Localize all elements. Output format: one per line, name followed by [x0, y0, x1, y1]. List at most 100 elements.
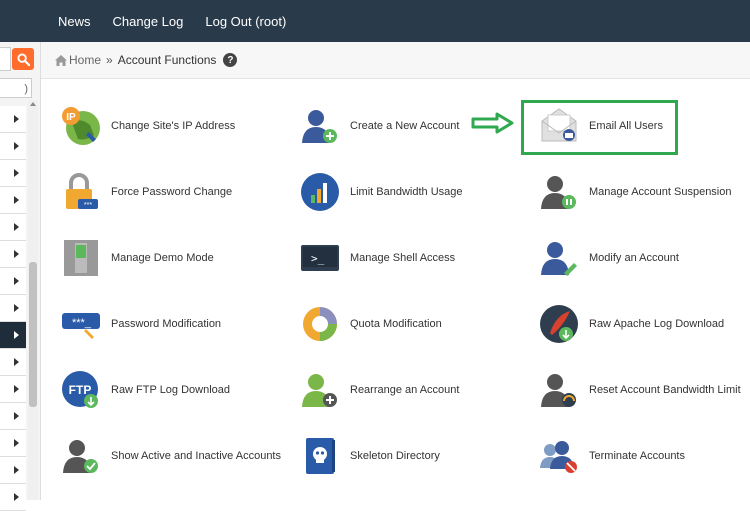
breadcrumb-home-label: Home	[69, 53, 102, 67]
chevron-right-icon	[14, 223, 19, 231]
function-label: Quota Modification	[350, 318, 442, 330]
function-label: Rearrange an Account	[350, 384, 460, 396]
sidebar-search-input[interactable]	[0, 47, 11, 71]
annotation-arrow-icon	[471, 112, 514, 134]
function-label: Reset Account Bandwidth Limit	[589, 384, 741, 396]
function-manage-demo-mode[interactable]: Manage Demo Mode	[59, 234, 289, 282]
sidebar-item[interactable]	[0, 295, 26, 322]
sidebar-item[interactable]	[0, 430, 26, 457]
nav-logout-link[interactable]: Log Out (root)	[205, 14, 286, 29]
sidebar-item[interactable]	[0, 187, 26, 214]
users-remove-icon	[540, 441, 577, 473]
bandwidth-chart-icon	[301, 173, 339, 211]
function-show-active-inactive[interactable]: Show Active and Inactive Accounts	[59, 432, 289, 480]
apache-feather-icon	[540, 305, 578, 343]
function-terminate-accounts[interactable]: Terminate Accounts	[537, 432, 750, 480]
function-manage-suspension[interactable]: Manage Account Suspension	[537, 168, 750, 216]
top-nav: News Change Log Log Out (root)	[58, 0, 308, 42]
user-add-icon	[302, 110, 337, 143]
svg-text:IP: IP	[66, 112, 76, 123]
sidebar-item[interactable]	[0, 403, 26, 430]
function-rearrange-account[interactable]: Rearrange an Account	[298, 366, 528, 414]
demo-switch-icon	[64, 240, 98, 276]
function-label: Change Site's IP Address	[111, 120, 236, 132]
sidebar-item[interactable]	[0, 160, 26, 187]
chevron-right-icon	[14, 439, 19, 447]
function-change-ip[interactable]: IP Change Site's IP Address	[59, 102, 289, 150]
sidebar-item[interactable]	[0, 376, 26, 403]
sidebar-item[interactable]	[0, 457, 26, 484]
chevron-right-icon	[14, 115, 19, 123]
function-label: Show Active and Inactive Accounts	[111, 450, 281, 462]
breadcrumb-separator: »	[106, 53, 113, 67]
user-gauge-icon	[541, 374, 576, 407]
annotation-highlight-box	[521, 100, 678, 155]
ftp-download-icon: FTP	[62, 371, 98, 408]
nav-change-log-link[interactable]: Change Log	[113, 14, 184, 29]
sidebar-search-button[interactable]	[12, 48, 34, 70]
search-icon	[16, 52, 30, 66]
terminal-icon: >_	[301, 245, 339, 271]
function-label: Force Password Change	[111, 186, 233, 198]
scroll-up-arrow-icon[interactable]	[30, 102, 36, 106]
sidebar-item[interactable]	[0, 214, 26, 241]
chevron-right-icon	[14, 196, 19, 204]
function-label: Password Modification	[111, 318, 222, 330]
function-label: Create a New Account	[350, 120, 460, 132]
breadcrumb-home-link[interactable]: Home	[55, 53, 101, 67]
padlock-icon: ***	[66, 173, 98, 209]
user-move-icon	[302, 374, 337, 407]
svg-text:>_: >_	[311, 252, 325, 265]
home-icon	[55, 54, 67, 66]
function-label: Raw FTP Log Download	[111, 384, 231, 396]
chevron-right-icon	[14, 142, 19, 150]
function-label: Manage Demo Mode	[111, 252, 214, 264]
ip-globe-icon: IP	[62, 107, 100, 145]
chevron-right-icon	[14, 169, 19, 177]
sidebar-filter[interactable]: )	[0, 78, 32, 98]
function-raw-ftp-log[interactable]: FTP Raw FTP Log Download	[59, 366, 289, 414]
user-edit-icon	[541, 242, 577, 276]
chevron-right-icon	[14, 250, 19, 258]
function-skeleton-directory[interactable]: Skeleton Directory	[298, 432, 528, 480]
function-reset-bandwidth-limit[interactable]: Reset Account Bandwidth Limit	[537, 366, 750, 414]
nav-news-link[interactable]: News	[58, 14, 91, 29]
function-password-modification[interactable]: ***_ Password Modification	[59, 300, 289, 348]
chevron-right-icon	[14, 358, 19, 366]
chevron-right-icon	[14, 277, 19, 285]
breadcrumb-current: Account Functions	[117, 53, 217, 67]
function-label: Limit Bandwidth Usage	[350, 186, 463, 198]
quota-pie-icon	[303, 307, 337, 341]
function-label: Manage Account Suspension	[589, 186, 732, 198]
function-manage-shell-access[interactable]: >_ Manage Shell Access	[298, 234, 528, 282]
sidebar-item[interactable]	[0, 268, 26, 295]
sidebar-item[interactable]	[0, 133, 26, 160]
sidebar-item[interactable]	[0, 106, 26, 133]
sidebar-list	[0, 106, 26, 511]
sidebar-item[interactable]	[0, 484, 26, 511]
svg-text:***_: ***_	[72, 317, 92, 329]
sidebar-item[interactable]	[0, 349, 26, 376]
sidebar-scroll-thumb[interactable]	[29, 262, 37, 407]
function-quota-modification[interactable]: Quota Modification	[298, 300, 528, 348]
function-modify-account[interactable]: Modify an Account	[537, 234, 750, 282]
user-suspend-icon	[541, 176, 576, 209]
breadcrumb-bar: Home » Account Functions ?	[41, 42, 750, 79]
function-label: Skeleton Directory	[350, 450, 440, 462]
function-label: Manage Shell Access	[350, 252, 456, 264]
function-raw-apache-log[interactable]: Raw Apache Log Download	[537, 300, 750, 348]
chevron-right-icon	[14, 385, 19, 393]
skeleton-book-icon	[306, 438, 335, 474]
function-force-password-change[interactable]: *** Force Password Change	[59, 168, 289, 216]
function-label: Raw Apache Log Download	[589, 318, 725, 330]
chevron-right-icon	[14, 304, 19, 312]
password-key-icon: ***_	[62, 313, 100, 339]
chevron-right-icon	[14, 331, 19, 339]
top-navbar: News Change Log Log Out (root)	[0, 0, 750, 42]
sidebar-item-active[interactable]	[0, 322, 26, 349]
chevron-right-icon	[14, 412, 19, 420]
user-check-icon	[63, 440, 98, 473]
sidebar-item[interactable]	[0, 241, 26, 268]
help-icon[interactable]: ?	[223, 53, 238, 67]
function-limit-bandwidth[interactable]: Limit Bandwidth Usage	[298, 168, 528, 216]
